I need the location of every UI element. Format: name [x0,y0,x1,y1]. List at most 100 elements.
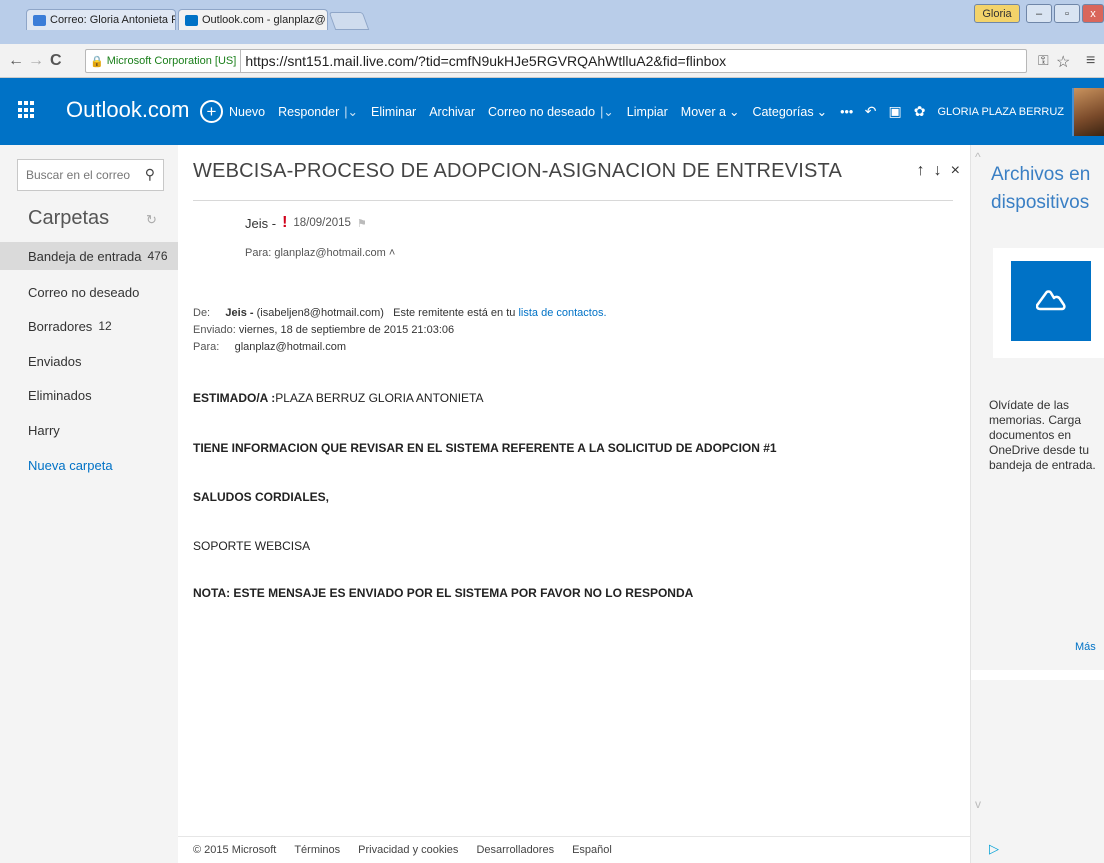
minimize-icon: – [1035,7,1043,20]
plus-icon: + [200,100,223,123]
arrow-down-icon[interactable]: ↓ [934,162,942,180]
chevron-up-icon[interactable]: ^ [975,150,981,164]
brand-title[interactable]: Outlook.com [66,97,190,123]
sent-label: Enviado: [193,324,236,336]
categories-label: Categorías [752,104,814,119]
sweep-button[interactable]: Limpiar [627,105,668,119]
reply-label: Responder [278,104,340,119]
recipient-text: Para: glanplaz@hotmail.com [245,247,386,259]
more-commands-button[interactable]: ••• [840,105,853,119]
onedrive-card[interactable] [993,248,1104,358]
delete-button[interactable]: Eliminar [371,105,416,119]
close-window-button[interactable]: x [1082,4,1104,23]
app-launcher-icon[interactable] [18,101,36,119]
url-text: https://snt151.mail.live.com/?tid=cmfN9u… [245,53,727,69]
menu-icon[interactable]: ≡ [1086,52,1095,70]
undo-icon[interactable]: ↶ [865,103,877,120]
user-name[interactable]: GLORIA PLAZA BERRUZ [937,106,1064,118]
minimize-button[interactable]: – [1026,4,1052,23]
chat-icon[interactable]: ▣ [888,103,901,120]
folder-drafts[interactable]: Borradores 12 [0,312,178,340]
key-icon[interactable]: ⚿ [1038,52,1049,69]
body-line-2: SALUDOS CORDIALES, [193,490,329,504]
lock-icon: 🔒 [90,55,104,68]
bookmark-star-icon[interactable]: ☆ [1056,52,1070,72]
onedrive-tile[interactable] [1011,261,1091,341]
junk-button[interactable]: Correo no deseado |⌄ [488,104,614,120]
divider [193,200,953,201]
new-button[interactable]: + Nuevo [200,100,265,123]
right-panel: ^ Archivos en dispositivos Olvídate de l… [970,145,1104,863]
developers-link[interactable]: Desarrolladores [476,844,554,856]
junk-label: Correo no deseado [488,104,596,119]
back-arrow-icon[interactable]: ← [8,52,24,70]
folder-label: Correo no deseado [28,284,140,300]
command-bar: + Nuevo Responder |⌄ Eliminar Archivar C… [200,100,866,123]
body-text: SALUDOS CORDIALES, [193,490,330,504]
categories-button[interactable]: Categorías ⌄ [752,104,828,120]
terms-link[interactable]: Términos [294,844,340,856]
close-icon[interactable]: × [951,162,960,180]
chevron-down-icon[interactable]: |⌄ [344,104,358,119]
language-link[interactable]: Español [572,844,612,856]
message-subject: WEBCISA-PROCESO DE ADOPCION-ASIGNACION D… [193,160,843,182]
chevron-up-icon[interactable]: ˄ [389,247,395,259]
to-label: Para: [193,341,220,353]
move-to-button[interactable]: Mover a ⌄ [680,104,740,120]
archive-button[interactable]: Archivar [429,105,475,119]
browser-tab-outlook[interactable]: Outlook.com - glanplaz@ × [178,9,328,30]
browser-tab-strip: Correo: Gloria Antonieta P × Outlook.com… [0,0,1104,44]
panel-text: Olvídate de las memorias. Carga document… [989,398,1096,472]
chevron-down-icon: ⌄ [816,105,828,119]
chevron-down-icon[interactable]: |⌄ [600,104,614,119]
mail-icon [33,14,46,26]
refresh-icon[interactable]: ↻ [146,212,157,228]
forwarded-header: De: Jeis - (isabeljen8@hotmail.com) Este… [193,305,607,356]
reload-icon[interactable]: C [50,52,62,70]
browser-tab-mail[interactable]: Correo: Gloria Antonieta P × [26,9,176,30]
adchoices-icon[interactable]: ▷ [989,841,999,857]
move-label: Mover a [680,104,726,119]
chevron-down-icon[interactable]: v [975,797,981,811]
gear-icon[interactable]: ✿ [914,103,926,120]
folders-heading: Carpetas [28,207,110,229]
search-icon[interactable]: ⚲ [145,166,155,183]
greeting-label: ESTIMADO/A : [193,391,276,405]
folder-harry[interactable]: Harry [0,416,178,444]
folder-deleted[interactable]: Eliminados [0,381,178,409]
search-input[interactable]: Buscar en el correo ⚲ [17,159,164,191]
message-nav: ↑ ↓ × [917,162,960,180]
footer: © 2015 Microsoft Términos Privacidad y c… [178,836,970,863]
sender-name[interactable]: Jeis - [245,216,276,231]
outlook-header: Outlook.com + Nuevo Responder |⌄ Elimina… [0,78,1104,145]
privacy-link[interactable]: Privacidad y cookies [358,844,458,856]
body-text: TIENE INFORMACION QUE REVISAR EN EL SIST… [193,441,777,455]
folder-label: Borradores [28,318,93,334]
reply-button[interactable]: Responder |⌄ [278,104,358,120]
maximize-button[interactable]: ▫ [1054,4,1080,23]
arrow-up-icon[interactable]: ↑ [917,162,925,180]
contact-list-link[interactable]: lista de contactos. [518,307,606,319]
folder-label: Harry [28,422,60,438]
new-folder-link[interactable]: Nueva carpeta [0,451,178,479]
message-date: 18/09/2015 [293,217,351,229]
folder-inbox[interactable]: Bandeja de entrada 476 [0,242,178,270]
folder-label: Enviados [28,353,82,369]
forward-arrow-icon[interactable]: → [28,52,44,70]
new-tab-button[interactable] [328,12,370,30]
folder-count: 12 [98,319,112,333]
from-email: (isabeljen8@hotmail.com) [256,307,384,319]
folder-sent[interactable]: Enviados [0,347,178,375]
profile-button[interactable]: Gloria [974,4,1020,23]
more-link[interactable]: Más [1075,641,1096,653]
folder-junk[interactable]: Correo no deseado [0,278,178,306]
secure-badge[interactable]: 🔒 Microsoft Corporation [US] [86,50,242,72]
new-label: Nuevo [229,104,266,119]
folder-count: 476 [147,249,168,263]
browser-toolbar: ← → C 🔒 Microsoft Corporation [US] https… [0,44,1104,78]
address-bar[interactable]: 🔒 Microsoft Corporation [US] https://snt… [85,49,1027,73]
body-line-1: TIENE INFORMACION QUE REVISAR EN EL SIST… [193,441,777,455]
flag-icon[interactable]: ⚑ [357,217,367,230]
folder-label: Bandeja de entrada [28,248,142,264]
avatar[interactable] [1072,87,1104,136]
